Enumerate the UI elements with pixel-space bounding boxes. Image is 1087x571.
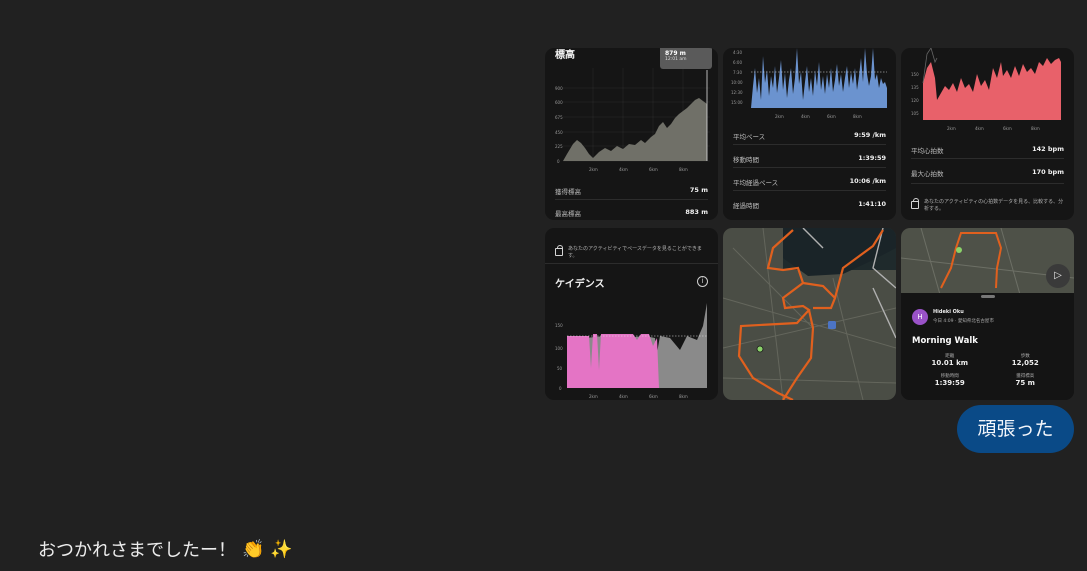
svg-text:7:30: 7:30 xyxy=(733,70,742,75)
heart-rate-card[interactable]: 150 135 120 105 2km 4km 6km 8km 平均心拍数 142… xyxy=(901,48,1074,220)
lock-icon xyxy=(911,198,919,209)
svg-text:0: 0 xyxy=(559,386,562,391)
sparkles-icon: ✨ xyxy=(270,538,293,560)
heart-locked-notice[interactable]: あなたのアクティビティの心拍数データを見る、比較する、分析する。 xyxy=(911,198,1066,212)
activity-stats: 距離 10.01 km 歩数 12,052 移動時間 1:39:59 獲得標高 75 m xyxy=(912,353,1063,387)
svg-text:225: 225 xyxy=(555,144,563,149)
activity-screenshot-gallery: 900 600 675 450 225 0 2km 4km 6km 8km 標高… xyxy=(545,48,1075,400)
pace-row-elapsed-avg: 平均経過ペース 10:06 /km xyxy=(733,177,886,187)
play-icon[interactable]: ▷ xyxy=(1046,264,1070,288)
cadence-area xyxy=(567,334,659,388)
user-name[interactable]: Hideki Oku xyxy=(933,309,964,315)
svg-text:2km: 2km xyxy=(589,394,598,399)
stat-steps: 歩数 12,052 xyxy=(1011,354,1039,367)
svg-text:6km: 6km xyxy=(649,394,658,399)
clapping-hands-icon: 👏 xyxy=(242,538,265,560)
svg-text:50: 50 xyxy=(557,366,563,371)
route-map-card[interactable] xyxy=(723,228,896,400)
avatar[interactable]: H xyxy=(912,309,928,325)
svg-text:8km: 8km xyxy=(1031,126,1040,131)
svg-text:8km: 8km xyxy=(853,114,862,119)
heart-row-max: 最大心拍数 170 bpm xyxy=(911,168,1064,178)
map-poi-icon xyxy=(828,321,836,329)
svg-text:2km: 2km xyxy=(589,167,598,172)
elevation-area xyxy=(563,98,707,161)
svg-text:12:30: 12:30 xyxy=(731,90,743,95)
svg-text:675: 675 xyxy=(555,115,563,120)
route-map xyxy=(723,228,896,400)
divider xyxy=(733,190,886,191)
stat-moving-time: 移動時間 1:39:59 xyxy=(934,374,965,387)
elevation-x-ticks: 2km 4km 6km 8km xyxy=(589,167,688,172)
svg-text:4km: 4km xyxy=(619,167,628,172)
elevation-gain-row: 獲得標高 75 m xyxy=(555,186,708,196)
heart-rate-chart: 150 135 120 105 2km 4km 6km 8km xyxy=(911,48,1061,131)
activity-panel: H Hideki Oku 今日 4:09 · 愛知県北名古屋市 Morning … xyxy=(901,293,1074,400)
activity-mini-map xyxy=(901,228,1074,298)
activity-summary-card[interactable]: ▷ H Hideki Oku 今日 4:09 · 愛知県北名古屋市 Mornin… xyxy=(901,228,1074,400)
svg-text:15:00: 15:00 xyxy=(731,100,743,105)
svg-text:4km: 4km xyxy=(975,126,984,131)
cadence-chart: 150 100 50 0 2km 4km 6km 8km xyxy=(555,303,707,399)
svg-text:100: 100 xyxy=(555,346,563,351)
svg-text:600: 600 xyxy=(555,100,563,105)
svg-text:6km: 6km xyxy=(827,114,836,119)
activity-meta: 今日 4:09 · 愛知県北名古屋市 xyxy=(933,319,994,324)
svg-text:4km: 4km xyxy=(619,394,628,399)
elevation-tooltip: 879 m 12:01 am xyxy=(660,48,712,69)
svg-text:6:00: 6:00 xyxy=(733,60,742,65)
heart-rate-area xyxy=(923,58,1061,120)
elevation-max-row: 最高標高 883 m xyxy=(555,208,708,218)
drag-handle[interactable] xyxy=(981,295,995,298)
elevation-title: 標高 xyxy=(555,50,575,61)
svg-text:2km: 2km xyxy=(775,114,784,119)
svg-text:6km: 6km xyxy=(1003,126,1012,131)
pace-row-elapsed: 経過時間 1:41:10 xyxy=(733,200,886,210)
cadence-card[interactable]: あなたのアクティビティでペースデータを見ることができます。 ケイデンス i 15… xyxy=(545,228,718,400)
svg-text:450: 450 xyxy=(555,130,563,135)
svg-text:900: 900 xyxy=(555,86,563,91)
divider xyxy=(911,183,1064,184)
svg-text:120: 120 xyxy=(911,98,919,103)
svg-text:0: 0 xyxy=(557,159,560,164)
svg-text:135: 135 xyxy=(911,85,919,90)
divider xyxy=(911,158,1064,159)
pace-row-moving: 移動時間 1:39:59 xyxy=(733,154,886,164)
start-marker xyxy=(756,345,764,353)
stat-elevation-gain: 獲得標高 75 m xyxy=(1015,374,1035,387)
elevation-y-ticks: 900 600 675 450 225 0 xyxy=(555,86,563,164)
divider xyxy=(733,167,886,168)
pace-area xyxy=(751,48,887,108)
svg-text:150: 150 xyxy=(555,323,563,328)
svg-text:6km: 6km xyxy=(649,167,658,172)
svg-text:150: 150 xyxy=(911,72,919,77)
pace-row-avg: 平均ペース 9:59 /km xyxy=(733,131,886,141)
svg-text:8km: 8km xyxy=(679,167,688,172)
svg-text:4km: 4km xyxy=(801,114,810,119)
stat-distance: 距離 10.01 km xyxy=(931,354,969,367)
divider xyxy=(555,199,708,200)
divider xyxy=(733,144,886,145)
pace-card[interactable]: 4:30 6:00 7:30 10:00 12:30 15:00 2km 4km… xyxy=(723,48,896,220)
svg-text:2km: 2km xyxy=(947,126,956,131)
assistant-reply: おつかれさまでしたー！ 👏 ✨ xyxy=(38,536,293,562)
elevation-card[interactable]: 900 600 675 450 225 0 2km 4km 6km 8km 標高… xyxy=(545,48,718,220)
svg-text:4:30: 4:30 xyxy=(733,50,742,55)
activity-name: Morning Walk xyxy=(912,336,978,346)
svg-text:105: 105 xyxy=(911,111,919,116)
assistant-reply-text: おつかれさまでしたー！ xyxy=(38,540,236,561)
svg-text:8km: 8km xyxy=(679,394,688,399)
heart-row-avg: 平均心拍数 142 bpm xyxy=(911,145,1064,155)
user-message-bubble: 頑張った xyxy=(957,405,1074,453)
svg-text:10:00: 10:00 xyxy=(731,80,743,85)
